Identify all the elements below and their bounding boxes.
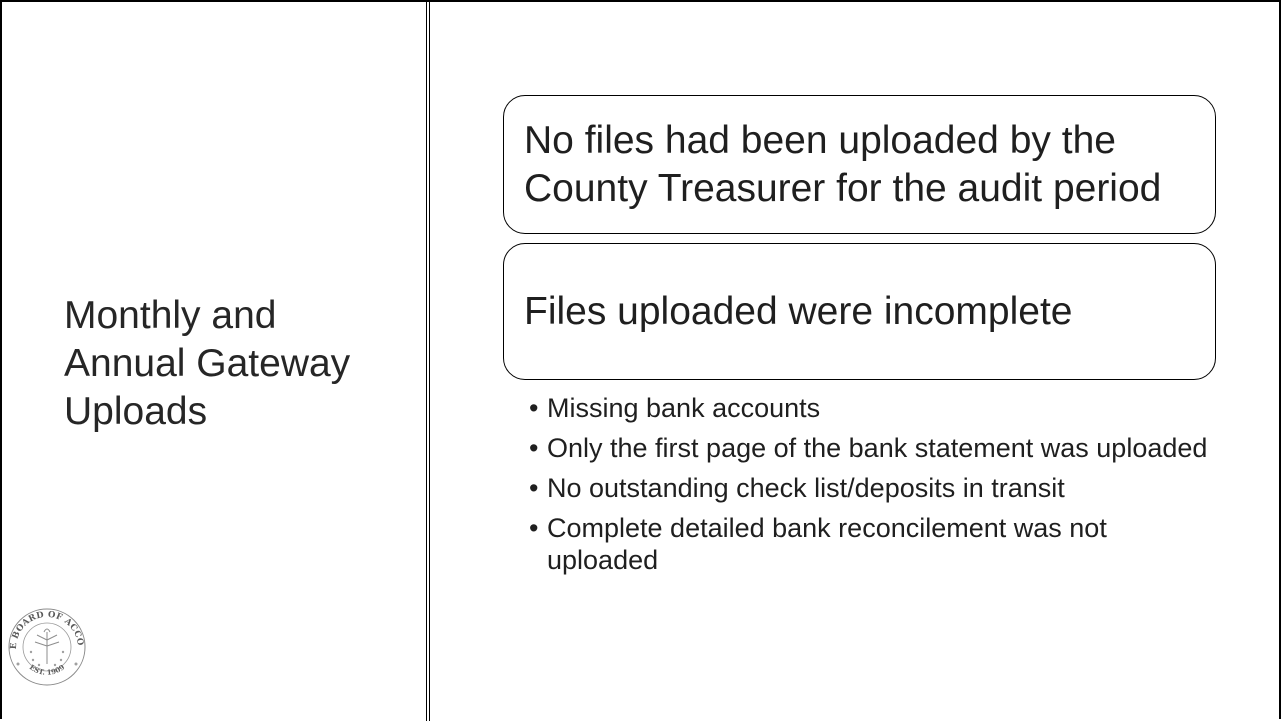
list-item: • Missing bank accounts — [529, 393, 821, 423]
list-item: • No outstanding check list/deposits in t… — [529, 473, 1065, 503]
svg-text:EST. 1909: EST. 1909 — [28, 662, 66, 677]
title-line-3: Uploads — [64, 390, 208, 433]
bullet-icon: • — [529, 473, 539, 503]
incomplete-details-list: • Missing bank accounts • Only the first p… — [529, 392, 1209, 584]
title-line-2: Annual Gateway — [64, 342, 351, 385]
seal-bottom-text: EST. 1909 — [28, 662, 66, 677]
slide: Monthly and Annual Gateway Uploads No fi… — [0, 0, 1281, 721]
slide-title: Monthly and Annual Gateway Uploads — [64, 292, 414, 436]
finding-text-incomplete: Files uploaded were incomplete — [524, 289, 1073, 333]
title-line-1: Monthly and — [64, 294, 277, 337]
bullet-icon: • — [529, 513, 539, 543]
bullet-icon: • — [529, 393, 539, 423]
finding-box-no-files: No files had been uploaded by the County… — [503, 95, 1216, 234]
finding-text-no-files: No files had been uploaded by the County… — [524, 118, 1162, 210]
list-item: • Only the first page of the bank stateme… — [529, 433, 1208, 463]
state-seal-logo-icon: STATE BOARD OF ACCOUNTS EST. 1909 — [6, 602, 86, 686]
vertical-divider — [426, 2, 430, 721]
bullet-icon: • — [529, 433, 539, 463]
finding-box-incomplete: Files uploaded were incomplete — [503, 243, 1216, 380]
list-item: • Complete detailed bank reconcilement wa… — [529, 513, 1107, 575]
